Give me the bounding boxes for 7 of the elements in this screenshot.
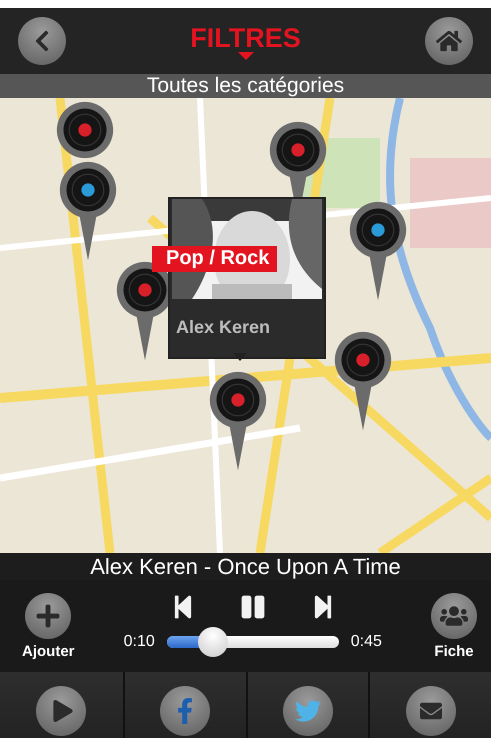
track-title: Alex Keren - Once Upon A Time bbox=[90, 554, 401, 580]
app-title: FILTRES bbox=[190, 22, 301, 54]
category-label: Toutes les catégories bbox=[146, 74, 344, 98]
elapsed-time: 0:10 bbox=[124, 633, 155, 651]
add-label: Ajouter bbox=[22, 642, 74, 660]
info-label: Fiche bbox=[434, 642, 474, 660]
total-time: 0:45 bbox=[350, 633, 382, 651]
